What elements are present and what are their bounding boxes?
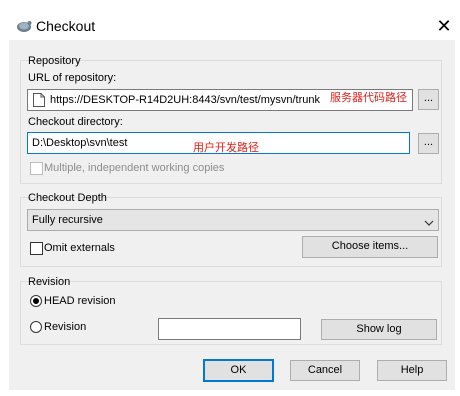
window-title: Checkout	[36, 18, 96, 34]
depth-selected-value: Fully recursive	[32, 214, 103, 226]
head-revision-radio[interactable]	[30, 295, 42, 307]
head-revision-label: HEAD revision	[44, 295, 116, 307]
checkout-directory-label: Checkout directory:	[28, 116, 123, 128]
chevron-down-icon	[424, 216, 434, 226]
show-log-button[interactable]: Show log	[321, 319, 437, 340]
depth-select[interactable]: Fully recursive	[27, 209, 439, 231]
omit-externals-label: Omit externals	[44, 242, 115, 254]
revision-input[interactable]	[158, 318, 301, 340]
help-button[interactable]: Help	[377, 360, 447, 381]
checkout-directory-value: D:\Desktop\svn\test	[32, 137, 128, 149]
multiple-working-copies-label: Multiple, independent working copies	[44, 162, 225, 174]
revision-group-label: Revision	[28, 276, 71, 288]
omit-externals-checkbox[interactable]	[30, 242, 43, 255]
url-label: URL of repository:	[28, 72, 117, 84]
revision-label: Revision	[44, 321, 87, 333]
browse-directory-button[interactable]: ...	[418, 133, 439, 154]
multiple-working-copies-checkbox[interactable]	[30, 162, 43, 175]
cancel-button[interactable]: Cancel	[290, 360, 360, 381]
ok-button[interactable]: OK	[203, 359, 274, 382]
revision-radio[interactable]	[30, 321, 42, 333]
repository-group-label: Repository	[28, 55, 81, 67]
file-icon	[33, 93, 45, 107]
directory-annotation: 用户开发路径	[193, 142, 259, 154]
browse-url-button[interactable]: ...	[418, 89, 439, 110]
checkout-depth-group-label: Checkout Depth	[28, 192, 107, 204]
url-value: https://DESKTOP-R14D2UH:8443/svn/test/my…	[50, 94, 321, 106]
close-icon[interactable]: ✕	[434, 16, 454, 36]
tortoisesvn-app-icon	[15, 17, 33, 35]
choose-items-button[interactable]: Choose items...	[302, 236, 438, 258]
url-annotation: 服务器代码路径	[330, 92, 407, 104]
